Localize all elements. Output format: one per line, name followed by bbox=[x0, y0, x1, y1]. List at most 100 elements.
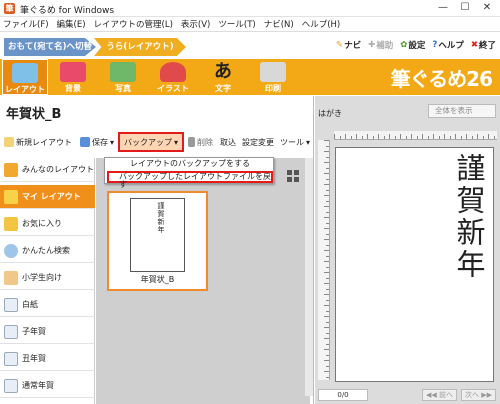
sidebar-item-favorites[interactable]: お気に入り bbox=[0, 212, 95, 236]
next-page-button[interactable]: 次へ ▶▶ bbox=[461, 389, 496, 401]
ruler-tick bbox=[372, 136, 374, 139]
close-button[interactable]: ✕ bbox=[476, 1, 498, 15]
ruler-tick bbox=[324, 184, 329, 185]
settings-link[interactable]: ✿ 設定 bbox=[400, 39, 425, 51]
ruler-tick bbox=[422, 134, 423, 139]
window-title: 筆ぐるめ for Windows bbox=[20, 6, 115, 16]
ruler-tick bbox=[326, 310, 329, 312]
save-button[interactable]: 保存 ▾ bbox=[76, 132, 118, 152]
ruler-tick bbox=[324, 294, 329, 295]
sidebar-item-blank[interactable]: 白紙 bbox=[0, 293, 95, 317]
horizontal-ruler bbox=[334, 131, 497, 140]
ruler-tick bbox=[324, 140, 329, 141]
help-link[interactable]: ? ヘルプ bbox=[432, 39, 463, 51]
tab-back-layout[interactable]: うら(レイアウト) bbox=[94, 38, 186, 56]
exit-link[interactable]: ✖ 終了 bbox=[471, 39, 496, 51]
tab-front-address[interactable]: おもて(宛て名)へ切替 bbox=[4, 38, 96, 56]
vertical-scrollbar[interactable] bbox=[305, 158, 313, 396]
menu-item-backup-layout[interactable]: レイアウトのバックアップをする bbox=[130, 158, 250, 169]
sidebar-item-rat-year[interactable]: 子年賀 bbox=[0, 320, 95, 344]
import-button[interactable]: 取込 bbox=[217, 132, 239, 152]
card-icon bbox=[4, 324, 18, 339]
photo-icon bbox=[110, 62, 136, 82]
hojo-link[interactable]: ✚ 補助 bbox=[368, 39, 393, 51]
ruler-tick bbox=[326, 343, 329, 345]
ruler-tick bbox=[324, 338, 329, 339]
ruler-tick bbox=[324, 305, 329, 306]
menu-tools[interactable]: ツール(T) bbox=[218, 18, 255, 30]
ruler-tick bbox=[326, 376, 329, 378]
navi-icon: ✎ bbox=[335, 40, 344, 50]
ruler-tick bbox=[326, 321, 329, 323]
minimize-button[interactable]: — bbox=[432, 1, 454, 15]
sidebar-item-everyone[interactable]: みんなのレイアウト bbox=[0, 158, 95, 182]
person-icon bbox=[4, 189, 18, 204]
question-icon: ? bbox=[432, 40, 438, 50]
menu-file[interactable]: ファイル(F) bbox=[3, 18, 49, 30]
maximize-button[interactable]: ☐ bbox=[454, 1, 476, 15]
prev-page-button[interactable]: ◀◀ 前へ bbox=[422, 389, 457, 401]
ruler-tick bbox=[324, 360, 329, 361]
ruler-tick bbox=[334, 134, 335, 139]
ribbon-tab-photo[interactable]: 写真 bbox=[100, 59, 146, 95]
grid-view-icon[interactable] bbox=[287, 170, 299, 182]
tools-button[interactable]: ツール ▾ bbox=[277, 132, 313, 152]
ruler-tick bbox=[345, 134, 346, 139]
ruler-tick bbox=[324, 239, 329, 240]
ruler-tick bbox=[324, 316, 329, 317]
ruler-tick bbox=[389, 134, 390, 139]
ruler-tick bbox=[326, 145, 329, 147]
ribbon-tab-illust[interactable]: イラスト bbox=[150, 59, 196, 95]
ruler-tick bbox=[324, 349, 329, 350]
sidebar-item-my-layout[interactable]: マイ レイアウト bbox=[0, 185, 95, 209]
ribbon-tab-print[interactable]: 印刷 bbox=[250, 59, 296, 95]
backup-button[interactable]: バックアップ ▾ bbox=[118, 132, 185, 152]
ruler-tick bbox=[477, 134, 478, 139]
gear-icon: ✿ bbox=[400, 40, 408, 50]
ruler-tick bbox=[367, 134, 368, 139]
ruler-tick bbox=[411, 134, 412, 139]
ribbon-tab-background[interactable]: 背景 bbox=[50, 59, 96, 95]
close-icon: ✖ bbox=[470, 40, 478, 50]
ruler-tick bbox=[361, 136, 363, 139]
ruler-tick bbox=[324, 272, 329, 273]
preview-greeting-text: 謹賀新年 bbox=[452, 153, 486, 281]
ruler-tick bbox=[326, 244, 329, 246]
menu-edit[interactable]: 編集(E) bbox=[57, 18, 86, 30]
vertical-ruler bbox=[318, 140, 330, 380]
ruler-tick bbox=[433, 134, 434, 139]
sidebar-item-normal-newyear[interactable]: 通常年賀 bbox=[0, 374, 95, 398]
menu-layout[interactable]: レイアウトの管理(L) bbox=[94, 18, 173, 30]
menu-item-restore-backup[interactable]: バックアップしたレイアウトファイルを戻す bbox=[107, 171, 273, 189]
ruler-tick bbox=[460, 136, 462, 139]
ruler-tick bbox=[444, 134, 445, 139]
sidebar-item-search[interactable]: かんたん検索 bbox=[0, 239, 95, 263]
ruler-tick bbox=[326, 266, 329, 268]
ruler-tick bbox=[339, 136, 341, 139]
sidebar-item-ox-year[interactable]: 丑年賀 bbox=[0, 347, 95, 371]
new-file-icon bbox=[4, 137, 14, 147]
ribbon-tab-layout[interactable]: レイアウト bbox=[2, 59, 48, 95]
settings-change-button[interactable]: 設定変更 bbox=[239, 132, 277, 152]
ruler-tick bbox=[482, 136, 484, 139]
ruler-tick bbox=[324, 371, 329, 372]
ruler-tick bbox=[326, 211, 329, 213]
sidebar-item-kids[interactable]: 小学生向け bbox=[0, 266, 95, 290]
delete-button[interactable]: 削除 bbox=[184, 132, 217, 152]
preview-pager: 0/0 ◀◀ 前へ 次へ ▶▶ bbox=[318, 388, 498, 402]
ruler-tick bbox=[324, 173, 329, 174]
printer-icon bbox=[260, 62, 286, 82]
zoom-select[interactable]: 全体を表示 bbox=[428, 104, 496, 118]
new-layout-button[interactable]: 新規レイアウト bbox=[0, 132, 76, 152]
thumbnail-label: 年賀状_B bbox=[140, 275, 175, 284]
people-icon bbox=[4, 162, 18, 177]
ruler-tick bbox=[466, 134, 467, 139]
ruler-tick bbox=[324, 151, 329, 152]
ruler-tick bbox=[326, 354, 329, 356]
card-icon bbox=[4, 378, 18, 393]
menu-navi[interactable]: ナビ(N) bbox=[264, 18, 294, 30]
menu-help[interactable]: ヘルプ(H) bbox=[302, 18, 341, 30]
menu-view[interactable]: 表示(V) bbox=[181, 18, 210, 30]
navi-link[interactable]: ✎ ナビ bbox=[336, 39, 361, 51]
ribbon-tab-text[interactable]: あ 文字 bbox=[200, 59, 246, 95]
